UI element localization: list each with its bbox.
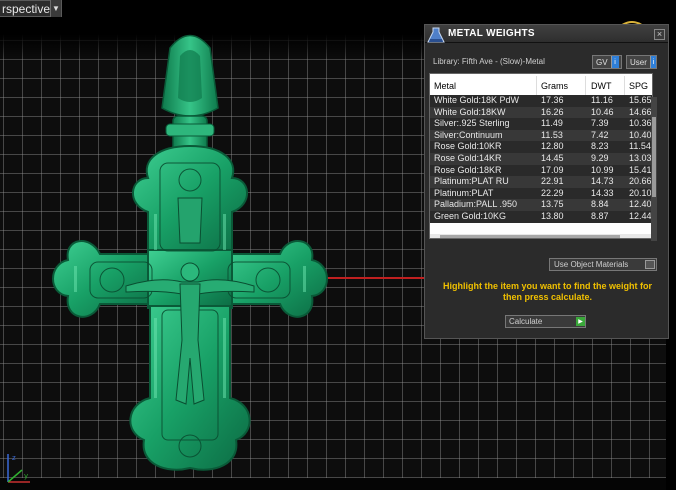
grams-cell: 11.49 xyxy=(541,118,563,129)
play-icon[interactable]: ▶ xyxy=(576,317,585,326)
table-row[interactable]: Silver:.925 Sterling 11.49 7.39 10.36 xyxy=(430,118,652,130)
metal-cell: Rose Gold:14KR xyxy=(434,153,502,163)
checkbox-icon[interactable] xyxy=(645,260,655,269)
dwt-cell: 14.33 xyxy=(591,187,614,198)
dwt-cell: 10.46 xyxy=(591,106,614,117)
horizontal-scrollbar[interactable] xyxy=(430,234,652,238)
view-label-text: rspective xyxy=(2,1,50,16)
metal-cell: White Gold:18K PdW xyxy=(434,95,520,105)
grams-cell: 17.36 xyxy=(541,95,564,105)
grams-cell: 22.91 xyxy=(541,176,564,187)
spg-cell: 10.36 xyxy=(629,118,652,129)
dwt-cell: 10.99 xyxy=(591,164,614,175)
dwt-cell: 11.16 xyxy=(591,95,613,105)
metal-weights-panel[interactable]: METAL WEIGHTS × Library: Fifth Ave - (Sl… xyxy=(424,24,669,339)
gv-toggle-label: GV xyxy=(596,57,608,67)
dwt-cell: 8.84 xyxy=(591,199,609,210)
metal-cell: Platinum:PLAT xyxy=(434,187,494,198)
table-row[interactable]: Rose Gold:18KR 17.09 10.99 15.41 xyxy=(430,164,652,177)
column-divider xyxy=(624,76,625,96)
table-row[interactable]: Green Gold:10KG 13.80 8.87 12.44 xyxy=(430,211,652,223)
dwt-cell: 7.39 xyxy=(591,118,609,129)
metal-cell: Green Gold:10KG xyxy=(434,211,507,221)
metal-cell: Rose Gold:10KR xyxy=(434,141,502,152)
grams-cell: 16.26 xyxy=(541,106,564,117)
svg-text:z: z xyxy=(12,454,16,462)
spg-cell: 13.03 xyxy=(629,153,652,163)
close-icon[interactable]: × xyxy=(654,29,665,40)
column-divider xyxy=(585,76,586,96)
dwt-cell: 7.42 xyxy=(591,129,609,140)
table-row[interactable]: Rose Gold:14KR 14.45 9.29 13.03 xyxy=(430,153,652,165)
dwt-cell: 8.23 xyxy=(591,141,609,152)
table-row[interactable]: Rose Gold:10KR 12.80 8.23 11.54 xyxy=(430,141,652,153)
info-icon[interactable]: i xyxy=(649,56,656,68)
panel-titlebar[interactable]: METAL WEIGHTS × xyxy=(425,25,668,43)
panel-title: METAL WEIGHTS xyxy=(448,28,535,39)
spg-cell: 15.41 xyxy=(629,164,652,175)
info-icon[interactable]: i xyxy=(610,56,619,68)
table-row[interactable]: Silver:Continuum 11.53 7.42 10.40 xyxy=(430,129,652,142)
table-row[interactable]: Palladium:PALL .950 13.75 8.84 12.40 xyxy=(430,199,652,211)
table-row[interactable]: White Gold:18KW 16.26 10.46 14.66 xyxy=(430,106,652,119)
table-body: White Gold:18K PdW 17.36 11.16 15.65 White G… xyxy=(430,95,652,234)
column-divider xyxy=(536,76,537,96)
grams-cell: 22.29 xyxy=(541,187,564,198)
table-row[interactable]: Platinum:PLAT RU 22.91 14.73 20.66 xyxy=(430,176,652,188)
dwt-cell: 14.73 xyxy=(591,176,614,187)
user-toggle-label: User xyxy=(630,57,647,67)
spg-cell: 10.40 xyxy=(629,129,652,140)
gv-toggle[interactable]: GV i xyxy=(592,55,622,69)
grams-cell: 14.45 xyxy=(541,153,564,163)
spg-cell: 11.54 xyxy=(629,141,651,152)
spg-cell: 15.65 xyxy=(629,95,652,105)
metal-cell: Silver:.925 Sterling xyxy=(434,118,510,129)
column-header-dwt[interactable]: DWT xyxy=(591,81,612,91)
spg-cell: 20.66 xyxy=(629,176,652,187)
view-label-dropdown[interactable]: rspective ▼ xyxy=(0,0,62,17)
instruction-text: Highlight the item you want to find the … xyxy=(443,281,652,302)
user-toggle[interactable]: User i xyxy=(626,55,657,69)
scrollbar-thumb[interactable] xyxy=(440,235,620,238)
flask-icon xyxy=(427,27,445,43)
grams-cell: 11.53 xyxy=(541,129,563,140)
dwt-cell: 9.29 xyxy=(591,153,609,163)
table-row[interactable]: White Gold:18K PdW 17.36 11.16 15.65 xyxy=(430,95,652,107)
grams-cell: 13.80 xyxy=(541,211,564,221)
column-header-metal[interactable]: Metal xyxy=(434,81,456,91)
viewport-bottom-edge xyxy=(0,478,676,490)
metal-table[interactable]: Metal Grams DWT SPG White Gold:18K PdW 17… xyxy=(429,73,653,239)
metal-cell: White Gold:18KW xyxy=(434,106,506,117)
spg-cell: 12.44 xyxy=(629,211,652,221)
library-label: Library: Fifth Ave - (Slow)-Metal xyxy=(433,57,545,66)
bail xyxy=(161,34,219,159)
calculate-label: Calculate xyxy=(509,317,543,326)
spg-cell: 12.40 xyxy=(629,199,652,210)
dwt-cell: 8.87 xyxy=(591,211,609,221)
svg-text:y: y xyxy=(24,472,28,480)
grams-cell: 17.09 xyxy=(541,164,564,175)
metal-cell: Silver:Continuum xyxy=(434,129,503,140)
grams-cell: 12.80 xyxy=(541,141,564,152)
column-header-spg[interactable]: SPG xyxy=(629,81,648,91)
column-header-grams[interactable]: Grams xyxy=(541,81,568,91)
table-row[interactable]: Platinum:PLAT 22.29 14.33 20.10 xyxy=(430,187,652,200)
metal-cell: Rose Gold:18KR xyxy=(434,164,502,175)
vertical-scrollbar[interactable] xyxy=(651,97,657,241)
cross-pendant-model[interactable] xyxy=(30,28,340,480)
spg-cell: 20.10 xyxy=(629,187,652,198)
spg-cell: 14.66 xyxy=(629,106,652,117)
axis-gizmo-icon: z y xyxy=(7,454,30,483)
metal-cell: Platinum:PLAT RU xyxy=(434,176,509,187)
grams-cell: 13.75 xyxy=(541,199,564,210)
scrollbar-thumb[interactable] xyxy=(652,117,656,197)
calculate-button[interactable]: Calculate ▶ xyxy=(505,315,586,328)
use-object-materials-label: Use Object Materials xyxy=(554,260,629,269)
metal-cell: Palladium:PALL .950 xyxy=(434,199,518,210)
use-object-materials-checkbox[interactable]: Use Object Materials xyxy=(549,258,657,271)
chevron-down-icon[interactable]: ▼ xyxy=(50,0,61,17)
